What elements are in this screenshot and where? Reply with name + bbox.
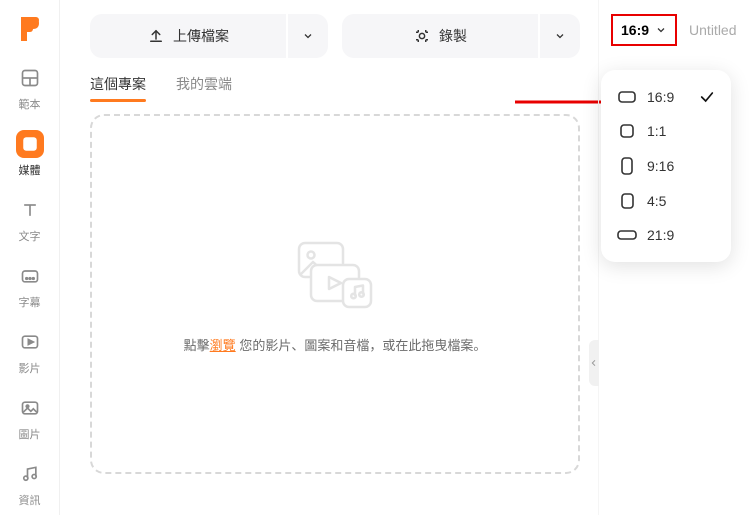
chevron-down-icon bbox=[655, 24, 667, 36]
ratio-option-label: 21:9 bbox=[647, 227, 674, 243]
record-button[interactable]: 錄製 bbox=[342, 14, 538, 58]
aspect-ratio-label: 16:9 bbox=[621, 22, 649, 38]
ratio-option-1-1[interactable]: 1:1 bbox=[607, 114, 725, 148]
ratio-shape-icon bbox=[617, 157, 637, 175]
chevron-down-icon bbox=[554, 30, 566, 42]
upload-icon bbox=[147, 27, 165, 45]
check-icon bbox=[699, 89, 715, 105]
sidebar-item-subtitle[interactable]: 字幕 bbox=[16, 262, 44, 310]
tab-project[interactable]: 這個專案 bbox=[90, 74, 146, 102]
source-tabs: 這個專案 我的雲端 bbox=[90, 74, 580, 102]
record-dropdown-button[interactable] bbox=[540, 14, 580, 58]
ratio-option-16-9[interactable]: 16:9 bbox=[607, 80, 725, 114]
media-icon bbox=[16, 130, 44, 158]
sidebar-item-label: 資訊 bbox=[19, 492, 41, 508]
sidebar-item-video[interactable]: 影片 bbox=[16, 328, 44, 376]
sidebar-item-label: 圖片 bbox=[19, 426, 41, 442]
right-panel: 16:9 Untitled 16:9 1:1 9:16 4:5 21:9 bbox=[598, 0, 750, 515]
dropzone-text: 點擊瀏覽 您的影片、圖案和音檔，或在此拖曳檔案。 bbox=[184, 335, 487, 354]
sidebar-item-label: 範本 bbox=[19, 96, 41, 112]
chevron-left-icon bbox=[590, 357, 598, 369]
sidebar-item-label: 影片 bbox=[19, 360, 41, 376]
browse-link[interactable]: 瀏覽 bbox=[210, 338, 236, 353]
audio-icon bbox=[16, 460, 44, 488]
ratio-option-9-16[interactable]: 9:16 bbox=[607, 148, 725, 184]
templates-icon bbox=[16, 64, 44, 92]
sidebar: 範本 媒體 文字 字幕 影片 圖片 資訊 bbox=[0, 0, 60, 515]
record-icon bbox=[413, 27, 431, 45]
image-icon bbox=[16, 394, 44, 422]
ratio-shape-icon bbox=[617, 193, 637, 209]
upload-label: 上傳檔案 bbox=[173, 26, 229, 46]
sidebar-item-label: 文字 bbox=[19, 228, 41, 244]
aspect-ratio-button[interactable]: 16:9 bbox=[611, 14, 677, 46]
upload-button[interactable]: 上傳檔案 bbox=[90, 14, 286, 58]
dropzone[interactable]: 點擊瀏覽 您的影片、圖案和音檔，或在此拖曳檔案。 bbox=[90, 114, 580, 474]
ratio-option-4-5[interactable]: 4:5 bbox=[607, 184, 725, 218]
sidebar-item-media[interactable]: 媒體 bbox=[16, 130, 44, 178]
aspect-ratio-dropdown: 16:9 1:1 9:16 4:5 21:9 bbox=[601, 70, 731, 262]
record-group: 錄製 bbox=[342, 14, 580, 58]
top-buttons: 上傳檔案 錄製 bbox=[90, 14, 580, 58]
main-panel: 上傳檔案 錄製 這個專案 我的雲端 bbox=[60, 0, 598, 515]
text-icon bbox=[16, 196, 44, 224]
ratio-option-label: 16:9 bbox=[647, 89, 674, 105]
ratio-option-label: 9:16 bbox=[647, 158, 674, 174]
ratio-shape-icon bbox=[617, 230, 637, 240]
app-logo bbox=[12, 14, 48, 44]
ratio-option-21-9[interactable]: 21:9 bbox=[607, 218, 725, 252]
dropzone-text-suffix: 您的影片、圖案和音檔，或在此拖曳檔案。 bbox=[239, 338, 486, 353]
dropzone-text-prefix: 點擊 bbox=[184, 338, 210, 353]
ratio-option-label: 1:1 bbox=[647, 123, 666, 139]
subtitle-icon bbox=[16, 262, 44, 290]
record-label: 錄製 bbox=[439, 26, 467, 46]
ratio-shape-icon bbox=[617, 91, 637, 103]
dropzone-media-icon bbox=[285, 235, 385, 315]
ratio-shape-icon bbox=[617, 124, 637, 138]
upload-group: 上傳檔案 bbox=[90, 14, 328, 58]
panel-collapse-handle[interactable] bbox=[589, 340, 599, 386]
sidebar-item-image[interactable]: 圖片 bbox=[16, 394, 44, 442]
right-header: 16:9 Untitled bbox=[611, 14, 738, 46]
project-title[interactable]: Untitled bbox=[689, 22, 736, 38]
chevron-down-icon bbox=[302, 30, 314, 42]
sidebar-item-label: 字幕 bbox=[19, 294, 41, 310]
video-icon bbox=[16, 328, 44, 356]
ratio-option-label: 4:5 bbox=[647, 193, 666, 209]
upload-dropdown-button[interactable] bbox=[288, 14, 328, 58]
sidebar-item-label: 媒體 bbox=[19, 162, 41, 178]
sidebar-item-audio[interactable]: 資訊 bbox=[16, 460, 44, 508]
sidebar-item-templates[interactable]: 範本 bbox=[16, 64, 44, 112]
sidebar-item-text[interactable]: 文字 bbox=[16, 196, 44, 244]
tab-cloud[interactable]: 我的雲端 bbox=[176, 74, 232, 102]
